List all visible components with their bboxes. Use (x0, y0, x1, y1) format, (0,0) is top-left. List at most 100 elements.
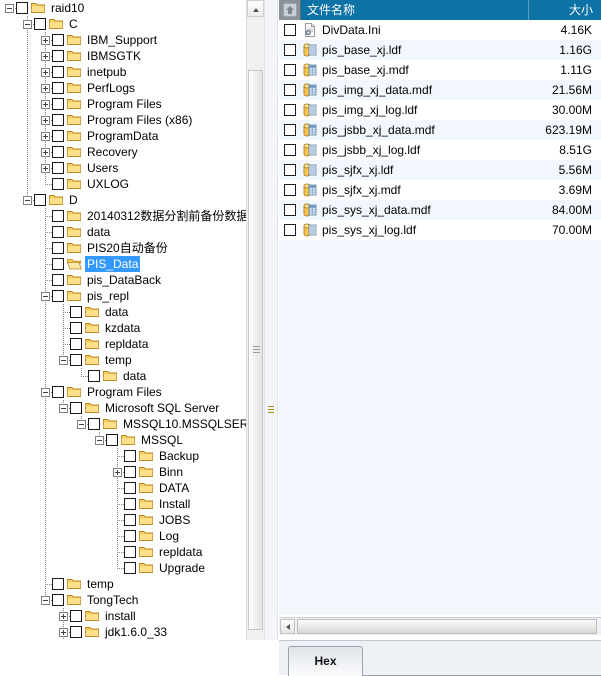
tree-item-checkbox[interactable] (52, 162, 64, 174)
file-row-checkbox[interactable] (284, 104, 296, 116)
tree-item-data[interactable]: data (0, 224, 246, 240)
file-row-checkbox[interactable] (284, 84, 296, 96)
file-row-checkbox[interactable] (284, 124, 296, 136)
column-header-filename[interactable]: 文件名称 (307, 0, 355, 20)
tree-collapse-icon[interactable] (41, 388, 50, 397)
tree-item-checkbox[interactable] (124, 482, 136, 494)
tree-item-program-files[interactable]: Program Files (0, 384, 246, 400)
tree-item-checkbox[interactable] (52, 66, 64, 78)
tree-item-checkbox[interactable] (52, 178, 64, 190)
tree-item-checkbox[interactable] (52, 130, 64, 142)
tree-item-checkbox[interactable] (124, 530, 136, 542)
file-row-checkbox[interactable] (284, 64, 296, 76)
tree-item-checkbox[interactable] (52, 258, 64, 270)
tree-item-mssql10.mssqlserver[interactable]: MSSQL10.MSSQLSERVER (0, 416, 246, 432)
tree-expand-icon[interactable] (41, 164, 50, 173)
file-row-checkbox[interactable] (284, 24, 296, 36)
tree-item-install[interactable]: Install (0, 496, 246, 512)
tree-item-c[interactable]: C (0, 16, 246, 32)
tree-item-checkbox[interactable] (52, 578, 64, 590)
tree-item-checkbox[interactable] (88, 418, 100, 430)
file-row-checkbox[interactable] (284, 144, 296, 156)
tree-item-data[interactable]: data (0, 368, 246, 384)
tree-item-backup[interactable]: Backup (0, 448, 246, 464)
tree-item-checkbox[interactable] (52, 98, 64, 110)
file-row[interactable]: pis_img_xj_log.ldf30.00M (279, 100, 601, 120)
scroll-up-button[interactable] (247, 0, 264, 17)
tree-item-microsoft-sql-server[interactable]: Microsoft SQL Server (0, 400, 246, 416)
tree-collapse-icon[interactable] (5, 4, 14, 13)
tree-item-checkbox[interactable] (52, 274, 64, 286)
tree-expand-icon[interactable] (41, 100, 50, 109)
tree-item-checkbox[interactable] (70, 354, 82, 366)
tree-item-uxlog[interactable]: UXLOG (0, 176, 246, 192)
tree-item-checkbox[interactable] (34, 194, 46, 206)
tree-item-raid10[interactable]: raid10 (0, 0, 246, 16)
tree-item-log[interactable]: Log (0, 528, 246, 544)
file-row[interactable]: pis_base_xj.ldf1.16G (279, 40, 601, 60)
tree-item-upgrade[interactable]: Upgrade (0, 560, 246, 576)
tree-item-tongtech[interactable]: TongTech (0, 592, 246, 608)
tree-collapse-icon[interactable] (41, 292, 50, 301)
tree-item-ibmsgtk[interactable]: IBMSGTK (0, 48, 246, 64)
hscrollbar-thumb[interactable] (297, 619, 597, 634)
tree-collapse-icon[interactable] (59, 356, 68, 365)
tree-item-jobs[interactable]: JOBS (0, 512, 246, 528)
tree-item-checkbox[interactable] (124, 450, 136, 462)
tree-scrollbar-thumb[interactable] (248, 70, 263, 630)
tree-item-pis20-[interactable]: PIS20自动备份 (0, 240, 246, 256)
tree-item-20140312-[interactable]: 20140312数据分割前备份数据 (0, 208, 246, 224)
file-row-checkbox[interactable] (284, 184, 296, 196)
tree-item-checkbox[interactable] (52, 114, 64, 126)
panel-splitter[interactable] (264, 0, 278, 675)
file-row[interactable]: pis_sys_xj_log.ldf70.00M (279, 220, 601, 240)
up-folder-icon[interactable] (279, 0, 301, 20)
tree-expand-icon[interactable] (41, 68, 50, 77)
tree-item-inetpub[interactable]: inetpub (0, 64, 246, 80)
column-header-size[interactable]: 大小 (569, 0, 593, 20)
file-row-checkbox[interactable] (284, 204, 296, 216)
tree-item-checkbox[interactable] (52, 34, 64, 46)
tab-hex[interactable]: Hex (288, 646, 363, 676)
file-row[interactable]: pis_sys_xj_data.mdf84.00M (279, 200, 601, 220)
tree-item-checkbox[interactable] (124, 546, 136, 558)
tree-item-mssql[interactable]: MSSQL (0, 432, 246, 448)
tree-item-checkbox[interactable] (52, 50, 64, 62)
tree-item-checkbox[interactable] (70, 610, 82, 622)
file-row[interactable]: DivData.Ini4.16K (279, 20, 601, 40)
tree-collapse-icon[interactable] (59, 404, 68, 413)
tree-item-binn[interactable]: Binn (0, 464, 246, 480)
tree-item-checkbox[interactable] (70, 626, 82, 638)
tree-item-recovery[interactable]: Recovery (0, 144, 246, 160)
tree-item-temp[interactable]: temp (0, 352, 246, 368)
tree-item-program-files-x86-[interactable]: Program Files (x86) (0, 112, 246, 128)
tree-expand-icon[interactable] (59, 612, 68, 621)
file-row-checkbox[interactable] (284, 164, 296, 176)
tree-item-ibm_support[interactable]: IBM_Support (0, 32, 246, 48)
tree-item-checkbox[interactable] (70, 322, 82, 334)
tree-collapse-icon[interactable] (77, 420, 86, 429)
tree-item-users[interactable]: Users (0, 160, 246, 176)
tree-item-pis_data[interactable]: PIS_Data (0, 256, 246, 272)
tree-item-d[interactable]: D (0, 192, 246, 208)
scroll-left-button[interactable] (280, 619, 295, 634)
tree-item-checkbox[interactable] (52, 226, 64, 238)
tree-item-checkbox[interactable] (124, 562, 136, 574)
tree-item-checkbox[interactable] (52, 386, 64, 398)
tree-collapse-icon[interactable] (23, 20, 32, 29)
tree-item-repldata[interactable]: repldata (0, 336, 246, 352)
file-row-checkbox[interactable] (284, 224, 296, 236)
tree-item-install[interactable]: install (0, 608, 246, 624)
tree-item-checkbox[interactable] (52, 594, 64, 606)
tree-item-data[interactable]: data (0, 304, 246, 320)
tree-expand-icon[interactable] (113, 468, 122, 477)
tree-item-checkbox[interactable] (16, 2, 28, 14)
file-row-checkbox[interactable] (284, 44, 296, 56)
tree-collapse-icon[interactable] (41, 596, 50, 605)
tree-item-jdk1.6.0_33[interactable]: jdk1.6.0_33 (0, 624, 246, 640)
tree-item-checkbox[interactable] (106, 434, 118, 446)
tree-item-kzdata[interactable]: kzdata (0, 320, 246, 336)
tree-expand-icon[interactable] (41, 52, 50, 61)
tree-item-temp[interactable]: temp (0, 576, 246, 592)
tree-vertical-scrollbar[interactable] (246, 0, 264, 675)
